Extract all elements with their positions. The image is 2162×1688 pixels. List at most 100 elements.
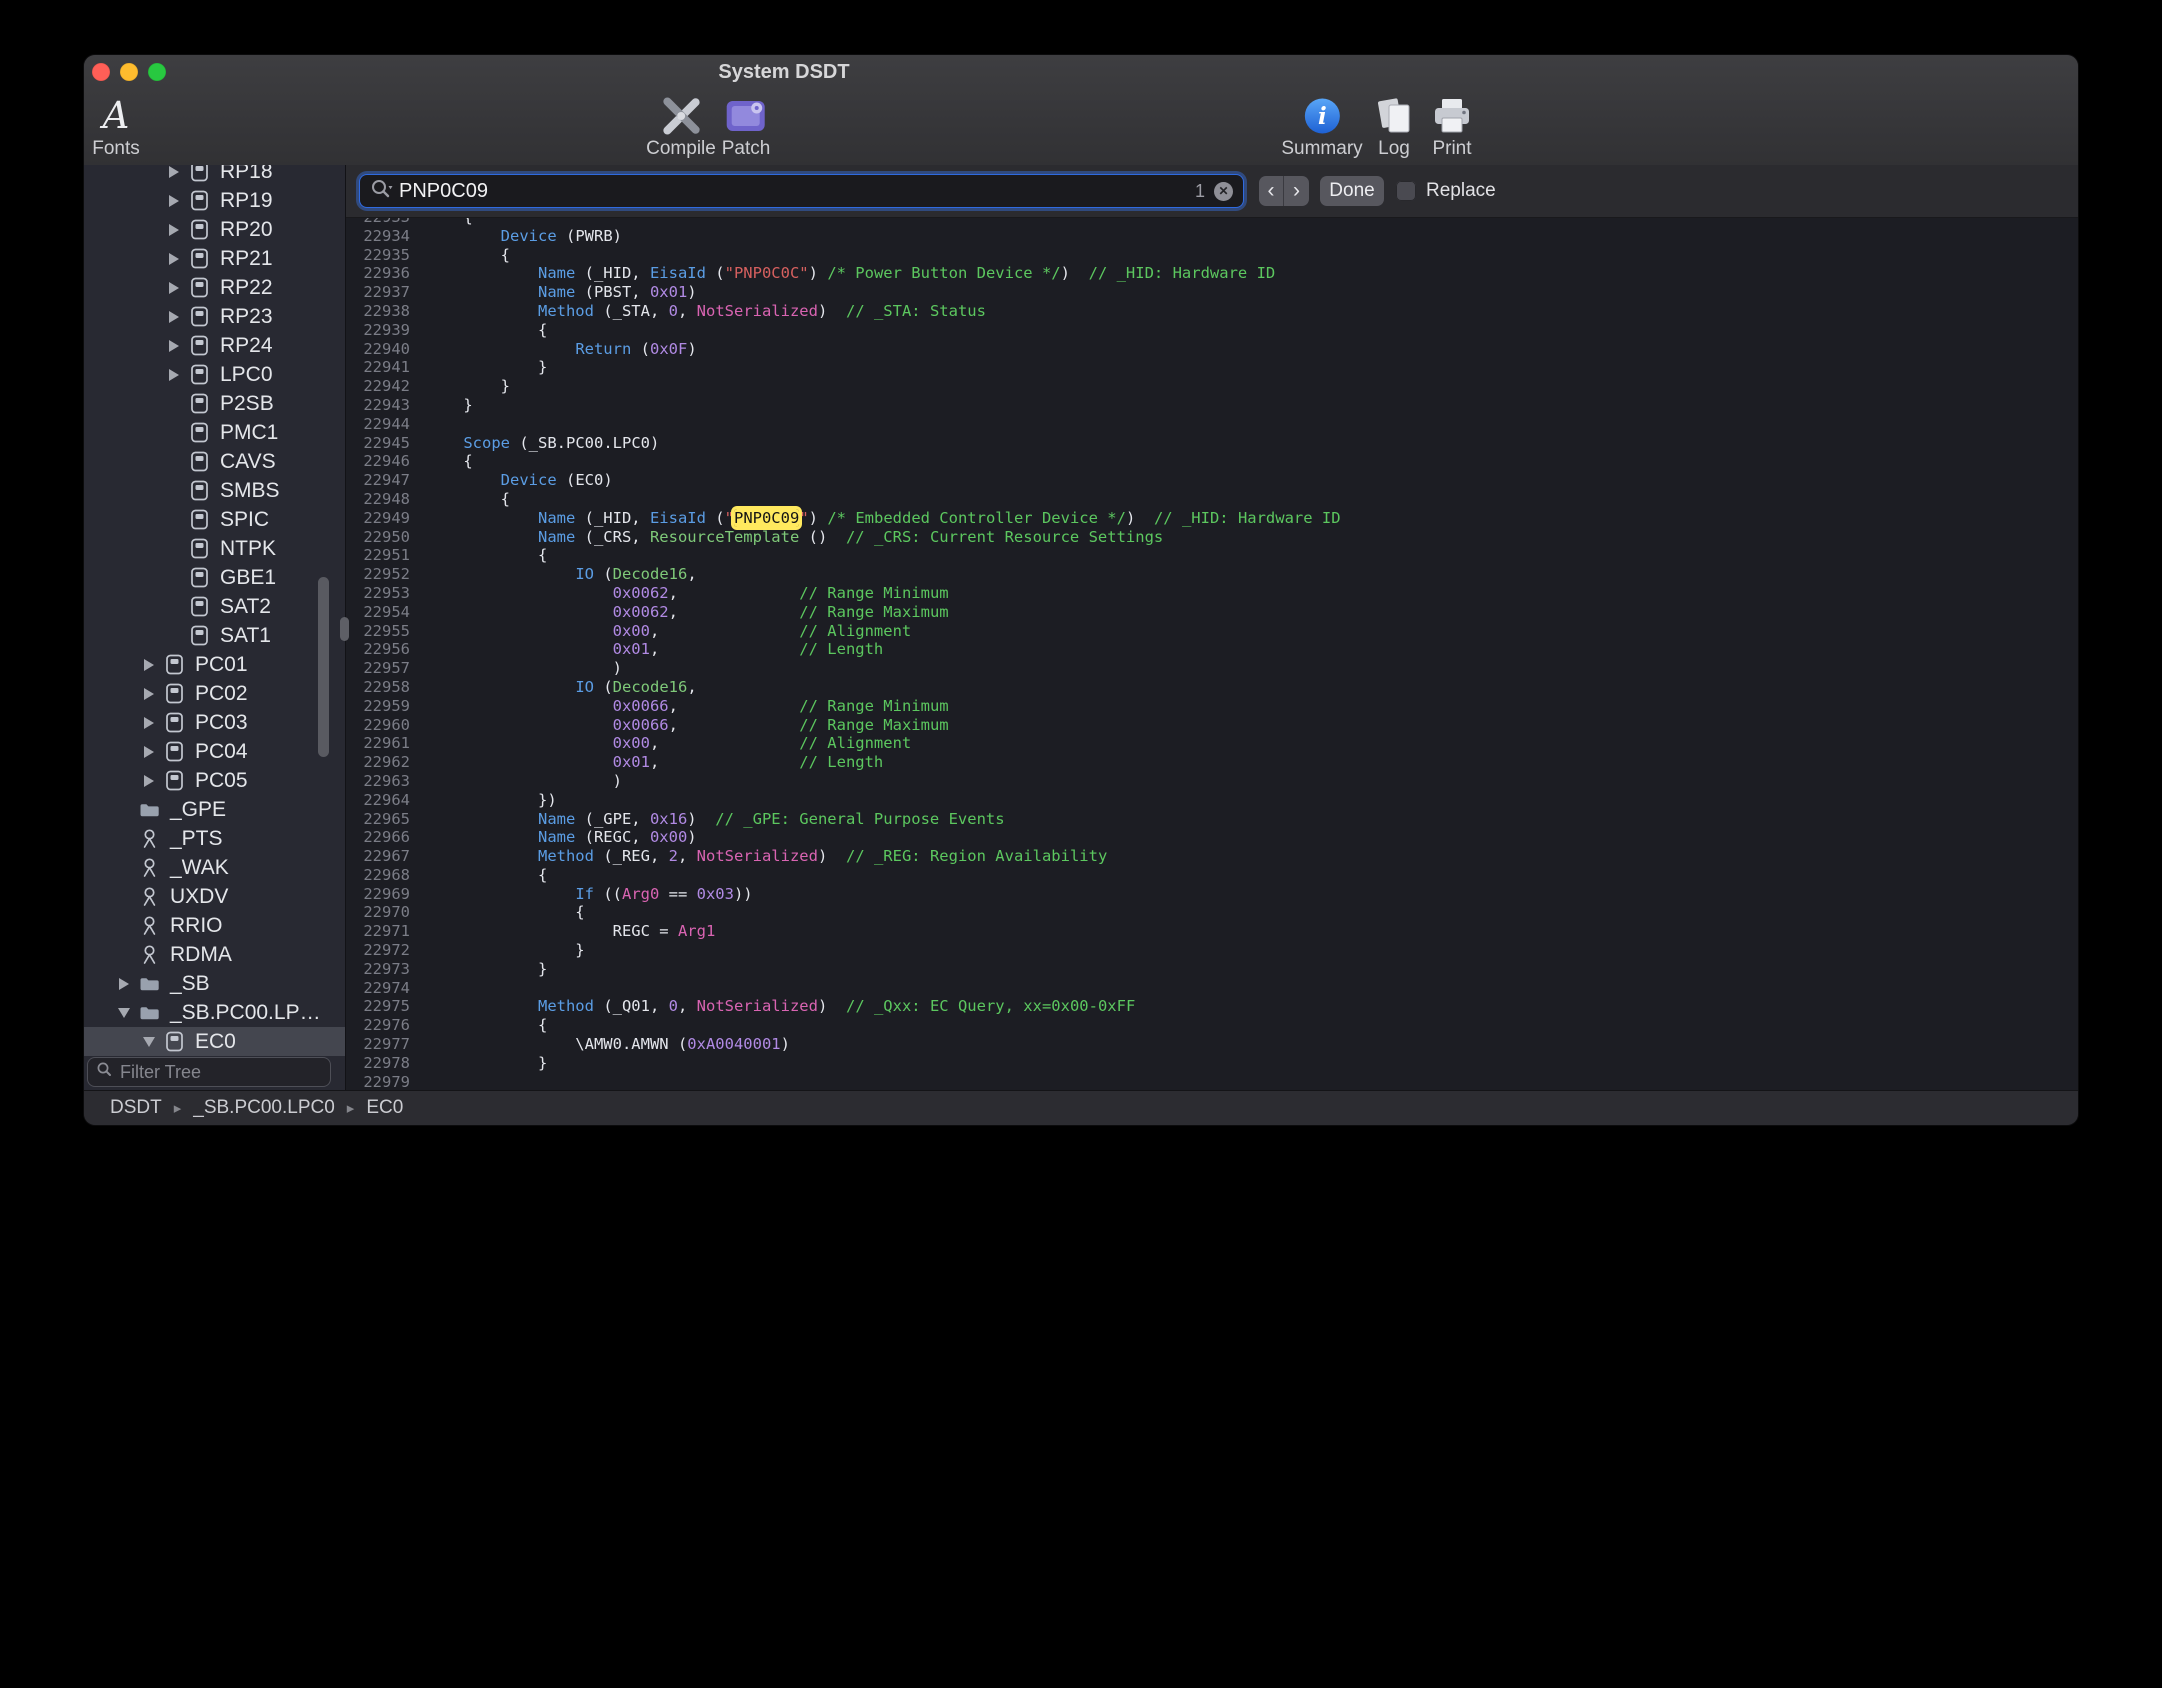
breadcrumb-item[interactable]: DSDT	[110, 1097, 162, 1119]
tree-item-pts[interactable]: _PTS	[84, 824, 345, 853]
code-line[interactable]: 22964 })	[346, 791, 2078, 810]
tree-item-wak[interactable]: _WAK	[84, 853, 345, 882]
code-line[interactable]: 22947 Device (EC0)	[346, 471, 2078, 490]
code-line[interactable]: 22934 Device (PWRB)	[346, 227, 2078, 246]
code-line[interactable]: 22946 {	[346, 452, 2078, 471]
tree-item-sbpc00lp[interactable]: _SB.PC00.LP…	[84, 998, 345, 1027]
tree-item-pc01[interactable]: PC01	[84, 650, 345, 679]
tree-item-uxdv[interactable]: UXDV	[84, 882, 345, 911]
tree-item-pmc1[interactable]: PMC1	[84, 418, 345, 447]
titlebar[interactable]: System DSDT	[84, 55, 2078, 92]
tree-item-rp23[interactable]: RP23	[84, 302, 345, 331]
disclosure-collapsed-icon[interactable]	[135, 717, 162, 729]
toolbar-compile-button[interactable]: Compile	[646, 92, 716, 160]
find-input[interactable]: PNP0C09 1 ✕	[360, 175, 1243, 207]
code-line[interactable]: 22974	[346, 979, 2078, 998]
code-line[interactable]: 22958 IO (Decode16,	[346, 678, 2078, 697]
tree-item-lpc0[interactable]: LPC0	[84, 360, 345, 389]
tree-item-gbe1[interactable]: GBE1	[84, 563, 345, 592]
code-line[interactable]: 22973 }	[346, 960, 2078, 979]
code-line[interactable]: 22954 0x0062, // Range Maximum	[346, 603, 2078, 622]
code-line[interactable]: 22941 }	[346, 358, 2078, 377]
tree-item-spic[interactable]: SPIC	[84, 505, 345, 534]
disclosure-collapsed-icon[interactable]	[135, 688, 162, 700]
clear-search-icon[interactable]: ✕	[1214, 182, 1233, 201]
tree-item-rrio[interactable]: RRIO	[84, 911, 345, 940]
code-line[interactable]: 22970 {	[346, 903, 2078, 922]
code-line[interactable]: 22936 Name (_HID, EisaId ("PNP0C0C") /* …	[346, 264, 2078, 283]
tree-item-pc03[interactable]: PC03	[84, 708, 345, 737]
tree-item-cavs[interactable]: CAVS	[84, 447, 345, 476]
tree-item-pc05[interactable]: PC05	[84, 766, 345, 795]
code-line[interactable]: 22950 Name (_CRS, ResourceTemplate () //…	[346, 528, 2078, 547]
toolbar-fonts-button[interactable]: A Fonts	[92, 92, 140, 160]
tree-item-ntpk[interactable]: NTPK	[84, 534, 345, 563]
tree-item-sat1[interactable]: SAT1	[84, 621, 345, 650]
replace-checkbox[interactable]	[1396, 181, 1416, 201]
code-line[interactable]: 22961 0x00, // Alignment	[346, 734, 2078, 753]
code-line[interactable]: 22952 IO (Decode16,	[346, 565, 2078, 584]
toolbar-log-button[interactable]: Log	[1373, 92, 1415, 160]
code-line[interactable]: 22943 }	[346, 396, 2078, 415]
code-line[interactable]: 22951 {	[346, 546, 2078, 565]
code-line[interactable]: 22968 {	[346, 866, 2078, 885]
tree-item-sat2[interactable]: SAT2	[84, 592, 345, 621]
code-line[interactable]: 22933 {	[346, 218, 2078, 227]
code-editor[interactable]: 22933 {22934 Device (PWRB)22935 {22936 N…	[346, 218, 2078, 1091]
find-previous-button[interactable]: ‹	[1259, 176, 1284, 206]
code-line[interactable]: 22940 Return (0x0F)	[346, 340, 2078, 359]
code-line[interactable]: 22938 Method (_STA, 0, NotSerialized) //…	[346, 302, 2078, 321]
code-line[interactable]: 22956 0x01, // Length	[346, 640, 2078, 659]
zoom-window-button[interactable]	[148, 63, 166, 81]
breadcrumb-item[interactable]: _SB.PC00.LPC0	[193, 1097, 335, 1119]
code-line[interactable]: 22977 \AMW0.AMWN (0xA0040001)	[346, 1035, 2078, 1054]
code-line[interactable]: 22945 Scope (_SB.PC00.LPC0)	[346, 434, 2078, 453]
tree-item-rdma[interactable]: RDMA	[84, 940, 345, 969]
code-line[interactable]: 22976 {	[346, 1016, 2078, 1035]
code-line[interactable]: 22969 If ((Arg0 == 0x03))	[346, 885, 2078, 904]
disclosure-expanded-icon[interactable]	[110, 1008, 137, 1018]
minimize-window-button[interactable]	[120, 63, 138, 81]
disclosure-collapsed-icon[interactable]	[160, 369, 187, 381]
tree-item-pc02[interactable]: PC02	[84, 679, 345, 708]
tree-item-pc04[interactable]: PC04	[84, 737, 345, 766]
disclosure-collapsed-icon[interactable]	[160, 166, 187, 178]
code-line[interactable]: 22955 0x00, // Alignment	[346, 622, 2078, 641]
toolbar-print-button[interactable]: Print	[1431, 92, 1473, 160]
breadcrumb-item[interactable]: EC0	[366, 1097, 403, 1119]
code-line[interactable]: 22953 0x0062, // Range Minimum	[346, 584, 2078, 603]
tree-item-gpe[interactable]: _GPE	[84, 795, 345, 824]
filter-tree-field[interactable]: Filter Tree	[88, 1058, 330, 1086]
code-line[interactable]: 22972 }	[346, 941, 2078, 960]
code-line[interactable]: 22966 Name (REGC, 0x00)	[346, 828, 2078, 847]
disclosure-expanded-icon[interactable]	[135, 1037, 162, 1047]
disclosure-collapsed-icon[interactable]	[160, 195, 187, 207]
tree-item-rp19[interactable]: RP19	[84, 186, 345, 215]
code-line[interactable]: 22959 0x0066, // Range Minimum	[346, 697, 2078, 716]
code-line[interactable]: 22949 Name (_HID, EisaId ("PNP0C09") /* …	[346, 509, 2078, 528]
tree-item-rp24[interactable]: RP24	[84, 331, 345, 360]
disclosure-collapsed-icon[interactable]	[160, 282, 187, 294]
search-menu-icon[interactable]	[370, 178, 394, 205]
disclosure-collapsed-icon[interactable]	[160, 224, 187, 236]
code-line[interactable]: 22967 Method (_REG, 2, NotSerialized) //…	[346, 847, 2078, 866]
tree-item-rp20[interactable]: RP20	[84, 215, 345, 244]
tree-item-rp21[interactable]: RP21	[84, 244, 345, 273]
code-line[interactable]: 22948 {	[346, 490, 2078, 509]
tree-item-sb[interactable]: _SB	[84, 969, 345, 998]
tree-item-rp22[interactable]: RP22	[84, 273, 345, 302]
disclosure-collapsed-icon[interactable]	[160, 311, 187, 323]
code-line[interactable]: 22979	[346, 1073, 2078, 1091]
tree-item-p2sb[interactable]: P2SB	[84, 389, 345, 418]
toolbar-summary-button[interactable]: i Summary	[1281, 92, 1362, 160]
disclosure-collapsed-icon[interactable]	[135, 659, 162, 671]
tree-item-ec0[interactable]: EC0	[84, 1027, 345, 1056]
find-next-button[interactable]: ›	[1284, 176, 1309, 206]
sidebar-scrollbar[interactable]	[318, 577, 329, 757]
code-line[interactable]: 22960 0x0066, // Range Maximum	[346, 716, 2078, 735]
disclosure-collapsed-icon[interactable]	[160, 253, 187, 265]
disclosure-collapsed-icon[interactable]	[135, 775, 162, 787]
tree-item-rp18[interactable]: RP18	[84, 165, 345, 186]
code-line[interactable]: 22963 )	[346, 772, 2078, 791]
code-line[interactable]: 22962 0x01, // Length	[346, 753, 2078, 772]
